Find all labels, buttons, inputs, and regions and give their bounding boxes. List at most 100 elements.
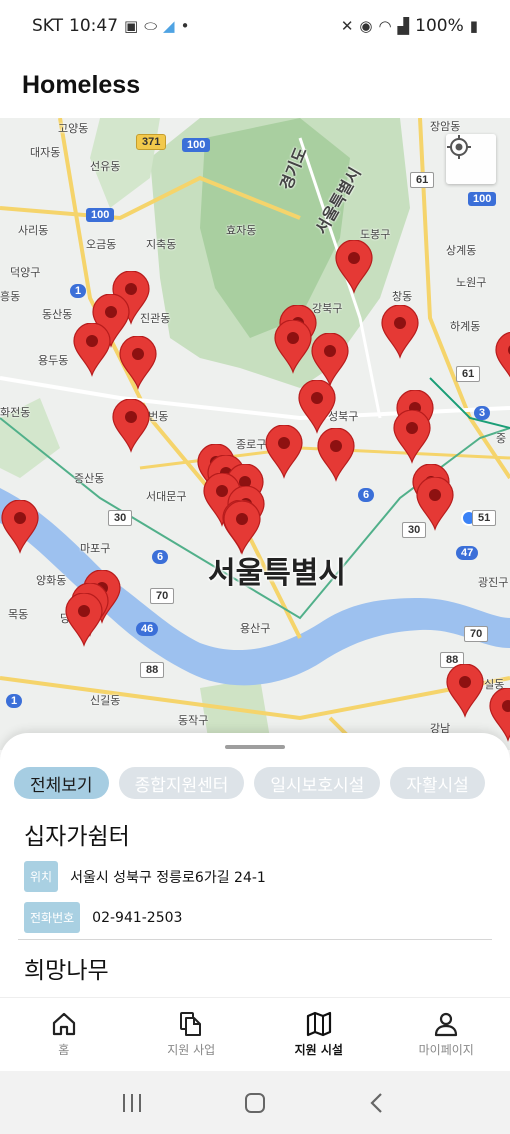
pill-icon: ⬭: [144, 17, 158, 35]
drag-handle[interactable]: [225, 745, 285, 749]
location-tag: 위치: [24, 861, 59, 892]
crosshair-icon: [447, 135, 471, 159]
route-badge: 6: [152, 550, 169, 564]
facility-pin[interactable]: [118, 336, 158, 390]
filter-chip-center[interactable]: 종합지원센터: [118, 767, 245, 799]
clock: 10:47: [69, 16, 119, 36]
wifi-icon: ◠: [378, 17, 392, 35]
map-label: 용두동: [38, 355, 69, 367]
nav-home[interactable]: 홈: [0, 998, 128, 1071]
map-label: 덕양구: [10, 267, 41, 279]
facility-card[interactable]: 희망나무: [24, 951, 109, 985]
carrier-label: SKT: [32, 16, 64, 36]
route-badge: 46: [136, 622, 159, 636]
image-icon: ▣: [124, 17, 139, 35]
facility-sheet[interactable]: 전체보기 종합지원센터 일시보호시설 자활시설 십자가쉼터 위치 서울시 성북구…: [0, 733, 510, 997]
map-label: 중: [496, 433, 507, 445]
nav-mypage[interactable]: 마이페이지: [383, 998, 510, 1071]
map-label: 동산동: [42, 309, 73, 321]
map-label: 신길동: [90, 695, 121, 707]
battery-label: 100%: [415, 16, 464, 36]
map-label: 광진구: [478, 577, 509, 589]
nav-label: 마이페이지: [418, 1043, 474, 1057]
facility-name: 십자가쉼터: [24, 824, 130, 850]
signal-icon: ▟: [397, 17, 410, 35]
map-label: 증산동: [74, 473, 105, 485]
route-badge: 1: [6, 694, 23, 708]
map-label: 양화동: [36, 575, 67, 587]
facility-pin[interactable]: [0, 500, 40, 554]
home-icon: [52, 1012, 75, 1036]
status-left: SKT 10:47 ▣ ⬭ ◢ •: [32, 16, 189, 36]
facility-pin[interactable]: [392, 410, 432, 464]
route-badge: 88: [140, 662, 165, 678]
map-label: 효자동: [226, 225, 257, 237]
map-label: 목동: [8, 609, 29, 621]
route-badge: 6: [358, 488, 375, 502]
route-badge: 51: [472, 510, 497, 526]
person-icon: [435, 1012, 458, 1037]
dot-icon: •: [180, 17, 190, 35]
facility-pin[interactable]: [310, 333, 350, 387]
facility-pin[interactable]: [264, 425, 304, 479]
map-label: 오금동: [86, 239, 117, 251]
nav-label: 지원 사업: [167, 1043, 216, 1057]
app-title: Homeless: [22, 70, 141, 99]
facility-pin[interactable]: [415, 477, 455, 531]
facility-pin[interactable]: [445, 664, 485, 718]
facility-location-row: 위치 서울시 성북구 정릉로6가길 24-1: [24, 861, 266, 892]
battery-icon: ▮: [469, 17, 478, 35]
route-badge: 30: [108, 510, 133, 526]
route-badge: 371: [136, 134, 167, 150]
phone-tag: 전화번호: [24, 902, 81, 933]
facility-pin[interactable]: [273, 320, 313, 374]
facility-phone[interactable]: 02-941-2503: [92, 910, 182, 926]
map-label: 하계동: [450, 321, 481, 333]
map-label: 마포구: [80, 543, 111, 555]
filter-chip-selfsupport[interactable]: 자활시설: [390, 767, 485, 799]
map-label: 지축동: [146, 239, 177, 251]
route-badge: 70: [150, 588, 175, 604]
recent-apps-icon[interactable]: [120, 1092, 144, 1114]
map-label: 사리동: [18, 225, 49, 237]
flutter-icon: ◢: [163, 17, 175, 35]
map-icon: [306, 1011, 331, 1037]
map-label: 흥동: [0, 291, 21, 303]
filter-chip-all[interactable]: 전체보기: [14, 767, 109, 799]
filter-chips: 전체보기 종합지원센터 일시보호시설 자활시설: [14, 767, 485, 799]
facility-pin[interactable]: [64, 593, 104, 647]
mute-icon: ✕: [340, 17, 354, 35]
nav-label: 홈: [58, 1043, 70, 1057]
facility-card[interactable]: 십자가쉼터 위치 서울시 성북구 정릉로6가길 24-1 전화번호 02-941…: [24, 817, 266, 933]
my-location-button[interactable]: [446, 134, 496, 184]
facility-pin[interactable]: [316, 428, 356, 482]
map-label: 종로구: [236, 439, 267, 451]
system-nav: [0, 1071, 510, 1134]
map-label: 동작구: [178, 715, 209, 727]
route-badge: 1: [70, 284, 87, 298]
bottom-nav: 홈 지원 사업 지원 시설 마이페이지: [0, 997, 510, 1071]
map-label: 화전동: [0, 407, 31, 419]
facility-pin[interactable]: [334, 240, 374, 294]
route-badge: 47: [456, 546, 479, 560]
map-label: 용산구: [240, 623, 271, 635]
facility-pin[interactable]: [494, 332, 510, 386]
nav-programs[interactable]: 지원 사업: [128, 998, 256, 1071]
map-view[interactable]: 고양동 대자동 선유동 효자동 경기도 서울특별시 도봉구 장암동 상계동 노원…: [0, 118, 510, 750]
nav-facilities[interactable]: 지원 시설: [255, 998, 383, 1071]
route-badge: 100: [182, 138, 211, 152]
route-badge: 70: [464, 626, 489, 642]
facility-pin[interactable]: [380, 305, 420, 359]
back-icon[interactable]: [366, 1092, 390, 1114]
location-icon: ◉: [359, 17, 373, 35]
facility-pin[interactable]: [72, 323, 112, 377]
map-label: 창동: [392, 291, 413, 303]
facility-address: 서울시 성북구 정릉로6가길 24-1: [70, 869, 266, 886]
status-right: ✕ ◉ ◠ ▟ 100% ▮: [341, 16, 478, 36]
facility-pin[interactable]: [111, 399, 151, 453]
map-label: 선유동: [90, 161, 121, 173]
facility-pin[interactable]: [222, 501, 262, 555]
facility-name: 희망나무: [24, 958, 109, 984]
home-button-icon[interactable]: [243, 1092, 267, 1114]
filter-chip-shelter[interactable]: 일시보호시설: [254, 767, 381, 799]
